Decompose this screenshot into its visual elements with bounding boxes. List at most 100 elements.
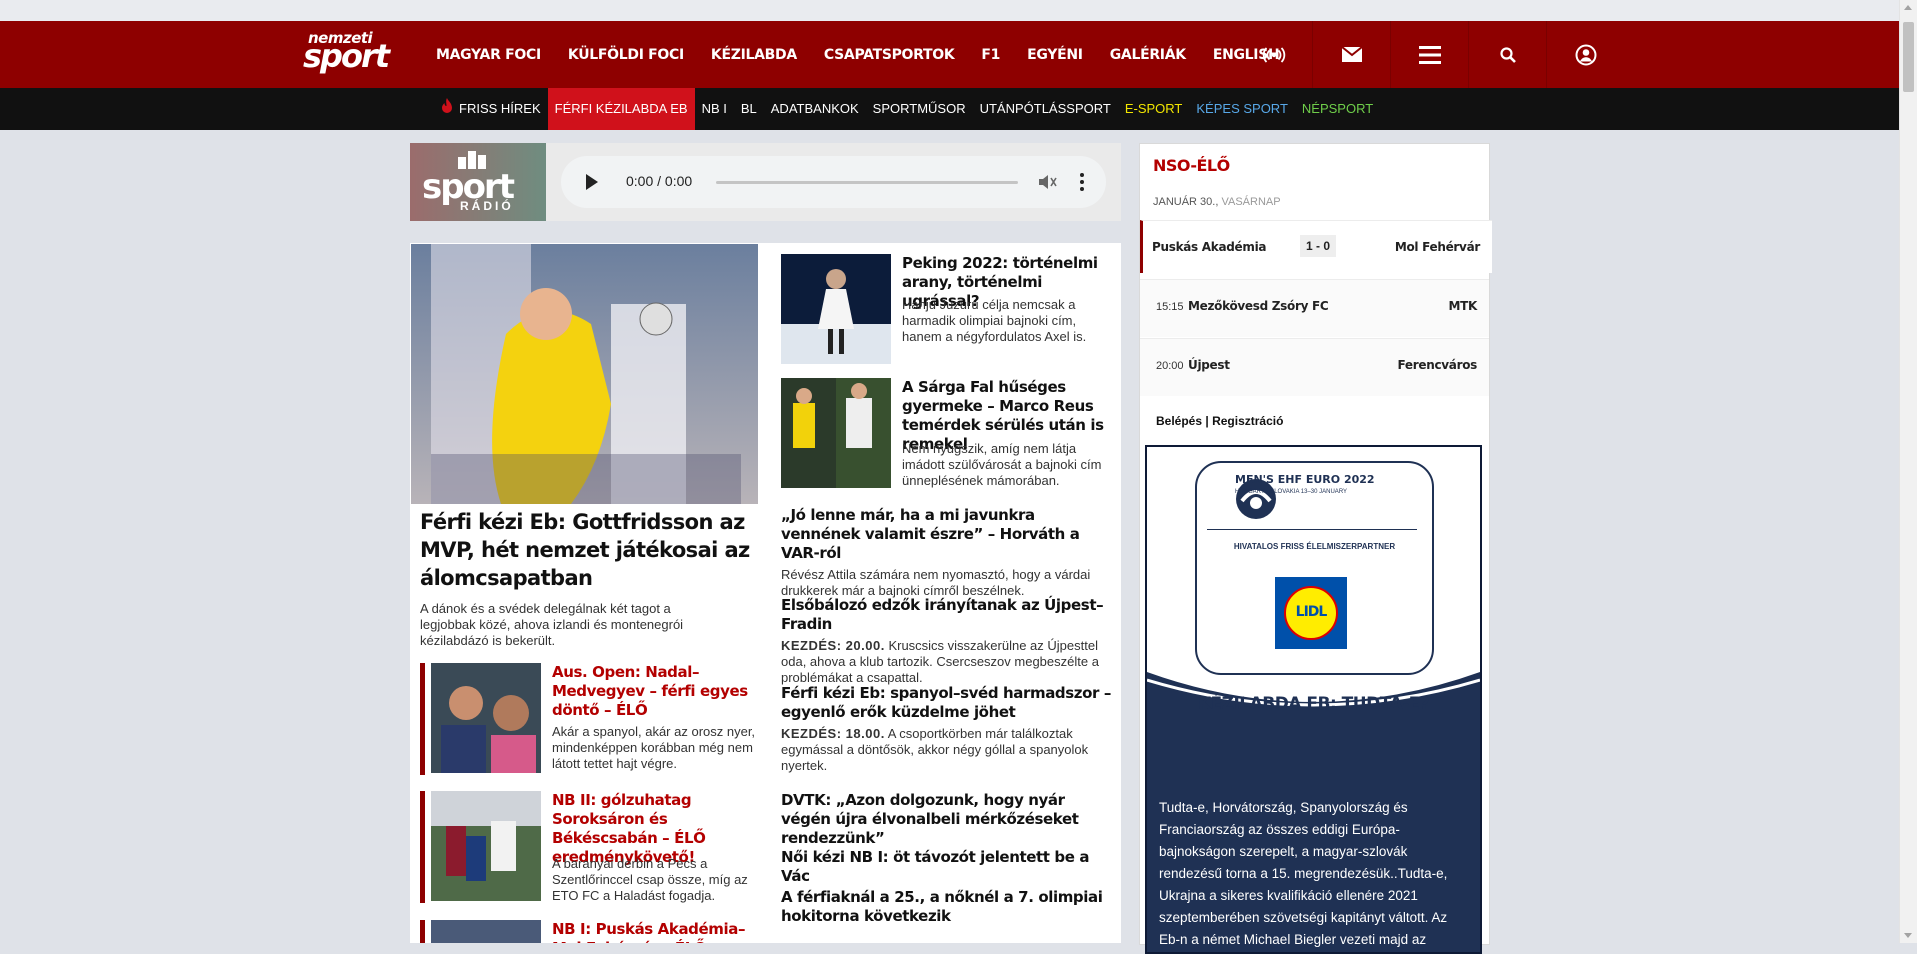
flame-icon bbox=[441, 89, 453, 131]
featured-card-desc: A baranyai derbin a Pécs a Szentlőrincce… bbox=[552, 856, 748, 903]
radio-logo-sub: RÁDIÓ bbox=[460, 199, 514, 213]
nav-csapatsportok[interactable]: CSAPATSPORTOK bbox=[824, 47, 955, 63]
player-time: 0:00 / 0:00 bbox=[626, 173, 693, 189]
volume-icon[interactable] bbox=[1039, 174, 1057, 190]
lead-article-title[interactable]: Férfi kézi Eb: Gottfridsson az MVP, hét … bbox=[420, 508, 775, 592]
featured-card[interactable]: Aus. Open: Nadal–Medvegyev – férfi egyes… bbox=[420, 663, 758, 775]
text-story[interactable]: „Jó lenne már, ha a mi javunkra vennének… bbox=[771, 506, 1116, 599]
live-widget-date: JANUÁR 30., VASÁRNAP bbox=[1153, 196, 1281, 208]
more-options-icon[interactable] bbox=[1080, 173, 1084, 191]
advert-divider bbox=[1207, 529, 1417, 530]
match-away-team: Ferencváros bbox=[1397, 358, 1478, 372]
sport-radio-logo[interactable]: sport RÁDIÓ bbox=[410, 143, 546, 221]
ehf-title: MEN'S EHF EURO 2022 bbox=[1235, 473, 1375, 486]
subnav-ferfi-kezilabda-eb[interactable]: FÉRFI KÉZILABDA EB bbox=[547, 88, 695, 130]
match-home-team: Puskás Akadémia bbox=[1152, 240, 1267, 254]
match-away-team: Mol Fehérvár bbox=[1394, 240, 1480, 254]
subnav-label: FRISS HÍREK bbox=[459, 101, 541, 116]
sub-navigation: FRISS HÍREK FÉRFI KÉZILABDA EB NB I BL A… bbox=[0, 88, 1900, 130]
nav-egyeni[interactable]: EGYÉNI bbox=[1027, 47, 1083, 63]
lead-article-desc: A dánok és a svédek delegálnak két tagot… bbox=[420, 601, 684, 648]
radio-icon[interactable] bbox=[1235, 21, 1312, 88]
subnav-friss-hirek[interactable]: FRISS HÍREK bbox=[434, 88, 548, 130]
text-story-title[interactable]: Női kézi NB I: öt távozót jelentett be a… bbox=[781, 848, 1116, 886]
featured-card-image[interactable] bbox=[431, 663, 541, 773]
text-story-title[interactable]: A férfiaknál a 25., a nőknél a 7. olimpi… bbox=[781, 888, 1116, 926]
lidl-logo-text: LIDL bbox=[1295, 604, 1328, 620]
lidl-ehf-advert[interactable]: MEN'S EHF EURO 2022 HUNGARY • SLOVAKIA 1… bbox=[1145, 445, 1482, 954]
story-desc: Nem nyugszik, amíg nem látja imádott szü… bbox=[902, 441, 1102, 488]
match-away-team: MTK bbox=[1448, 299, 1477, 313]
scroll-down-icon[interactable] bbox=[1904, 933, 1912, 938]
featured-card-image[interactable] bbox=[431, 920, 541, 943]
sport-radio-box: sport RÁDIÓ 0:00 / 0:00 bbox=[410, 143, 1121, 221]
story-image[interactable] bbox=[781, 254, 891, 364]
match-row[interactable]: 20:00 Újpest Ferencváros bbox=[1140, 338, 1489, 396]
subnav-utanpotlassport[interactable]: UTÁNPÓTLÁSSPORT bbox=[973, 88, 1118, 130]
text-story-title[interactable]: Elsőbálozó edzők irányítanak az Újpest–F… bbox=[781, 596, 1116, 634]
logo-line2: sport bbox=[303, 37, 390, 75]
user-icon[interactable] bbox=[1546, 21, 1624, 88]
match-row[interactable]: Puskás Akadémia 1 - 0 Mol Fehérvár bbox=[1140, 220, 1492, 273]
login-link[interactable]: Belépés bbox=[1156, 414, 1202, 428]
match-time: 20:00 bbox=[1156, 360, 1184, 372]
featured-card[interactable]: NB I: Puskás Akadémia–Mol Fehérvár – ÉLŐ bbox=[420, 920, 758, 943]
audio-player: 0:00 / 0:00 bbox=[561, 156, 1106, 208]
nav-magyar-foci[interactable]: MAGYAR FOCI bbox=[436, 47, 541, 63]
scrollbar-thumb[interactable] bbox=[1903, 22, 1914, 92]
scroll-up-icon[interactable] bbox=[1904, 5, 1912, 10]
story-image[interactable] bbox=[781, 378, 891, 488]
nav-f1[interactable]: F1 bbox=[981, 47, 1000, 63]
text-story-desc-text: Révész Attila számára nem nyomasztó, hog… bbox=[781, 567, 1091, 598]
text-story-desc: KEZDÉS: 18.00. A csoportkörben már talál… bbox=[781, 726, 1116, 774]
browser-top-gap bbox=[0, 0, 1900, 21]
subnav-e-sport[interactable]: E-SPORT bbox=[1118, 88, 1190, 130]
text-story[interactable]: DVTK: „Azon dolgozunk, hogy nyár végén ú… bbox=[771, 791, 1116, 848]
subnav-nb1[interactable]: NB I bbox=[695, 88, 734, 130]
text-story[interactable]: A férfiaknál a 25., a nőknél a 7. olimpi… bbox=[771, 888, 1116, 926]
auth-links: Belépés | Regisztráció bbox=[1156, 414, 1284, 428]
player-progress-bar[interactable] bbox=[716, 181, 1018, 184]
featured-card[interactable]: NB II: gólzuhatag Soroksáron és Békéscsa… bbox=[420, 791, 758, 903]
text-story[interactable]: Elsőbálozó edzők irányítanak az Újpest–F… bbox=[771, 596, 1116, 686]
live-widget-title[interactable]: NSO-ÉLŐ bbox=[1153, 156, 1230, 175]
text-story-title[interactable]: DVTK: „Azon dolgozunk, hogy nyár végén ú… bbox=[781, 791, 1116, 848]
lead-article-image[interactable] bbox=[411, 244, 758, 504]
site-logo[interactable]: nemzeti sport bbox=[303, 31, 390, 75]
subnav-nepsport[interactable]: NÉPSPORT bbox=[1295, 88, 1380, 130]
mail-icon[interactable] bbox=[1312, 21, 1390, 88]
text-story[interactable]: Férfi kézi Eb: spanyol–svéd harmadszor –… bbox=[771, 684, 1116, 774]
nav-galeriak[interactable]: GALÉRIÁK bbox=[1110, 47, 1186, 63]
play-icon[interactable] bbox=[586, 174, 598, 190]
subnav-bl[interactable]: BL bbox=[734, 88, 764, 130]
radio-logo-bars bbox=[458, 151, 486, 169]
text-story[interactable]: Női kézi NB I: öt távozót jelentett be a… bbox=[771, 848, 1116, 886]
text-story-desc: KEZDÉS: 20.00. Kruscsics visszakerülne a… bbox=[781, 638, 1116, 686]
menu-icon[interactable] bbox=[1390, 21, 1468, 88]
story-item[interactable]: Peking 2022: történelmi arany, történelm… bbox=[771, 254, 1116, 366]
subnav-sportmusor[interactable]: SPORTMŰSOR bbox=[866, 88, 973, 130]
subnav-kepes-sport[interactable]: KÉPES SPORT bbox=[1189, 88, 1295, 130]
match-home-team: Újpest bbox=[1188, 358, 1230, 372]
text-story-title[interactable]: Férfi kézi Eb: spanyol–svéd harmadszor –… bbox=[781, 684, 1116, 722]
page-scrollbar[interactable] bbox=[1899, 0, 1917, 943]
main-content: Férfi kézi Eb: Gottfridsson az MVP, hét … bbox=[410, 243, 1121, 943]
search-icon[interactable] bbox=[1468, 21, 1546, 88]
match-home-team: Mezőkövesd Zsóry FC bbox=[1188, 299, 1329, 313]
nav-kulfoldi-foci[interactable]: KÜLFÖLDI FOCI bbox=[568, 47, 684, 63]
ehf-subtitle: HUNGARY • SLOVAKIA 13–30 JANUARY bbox=[1235, 489, 1348, 495]
advert-header: MEN'S EHF EURO 2022 HUNGARY • SLOVAKIA 1… bbox=[1147, 447, 1480, 707]
featured-card-image[interactable] bbox=[431, 791, 541, 901]
story-item[interactable]: A Sárga Fal hűséges gyermeke – Marco Reu… bbox=[771, 378, 1116, 490]
nav-kezilabda[interactable]: KÉZILABDA bbox=[711, 47, 797, 63]
featured-card-title[interactable]: Aus. Open: Nadal–Medvegyev – férfi egyes… bbox=[552, 663, 762, 720]
text-story-title[interactable]: „Jó lenne már, ha a mi javunkra vennének… bbox=[781, 506, 1116, 563]
register-link[interactable]: Regisztráció bbox=[1212, 414, 1283, 428]
story-desc: Hanju Juzuru célja nemcsak a harmadik ol… bbox=[902, 297, 1087, 344]
text-story-desc: Révész Attila számára nem nyomasztó, hog… bbox=[781, 567, 1116, 599]
match-row[interactable]: 15:15 Mezőkövesd Zsóry FC MTK bbox=[1140, 279, 1489, 337]
match-time: 15:15 bbox=[1156, 301, 1184, 313]
subnav-adatbankok[interactable]: ADATBANKOK bbox=[764, 88, 866, 130]
featured-card-title[interactable]: NB I: Puskás Akadémia–Mol Fehérvár – ÉLŐ bbox=[552, 920, 758, 943]
date-day: VASÁRNAP bbox=[1218, 196, 1281, 208]
